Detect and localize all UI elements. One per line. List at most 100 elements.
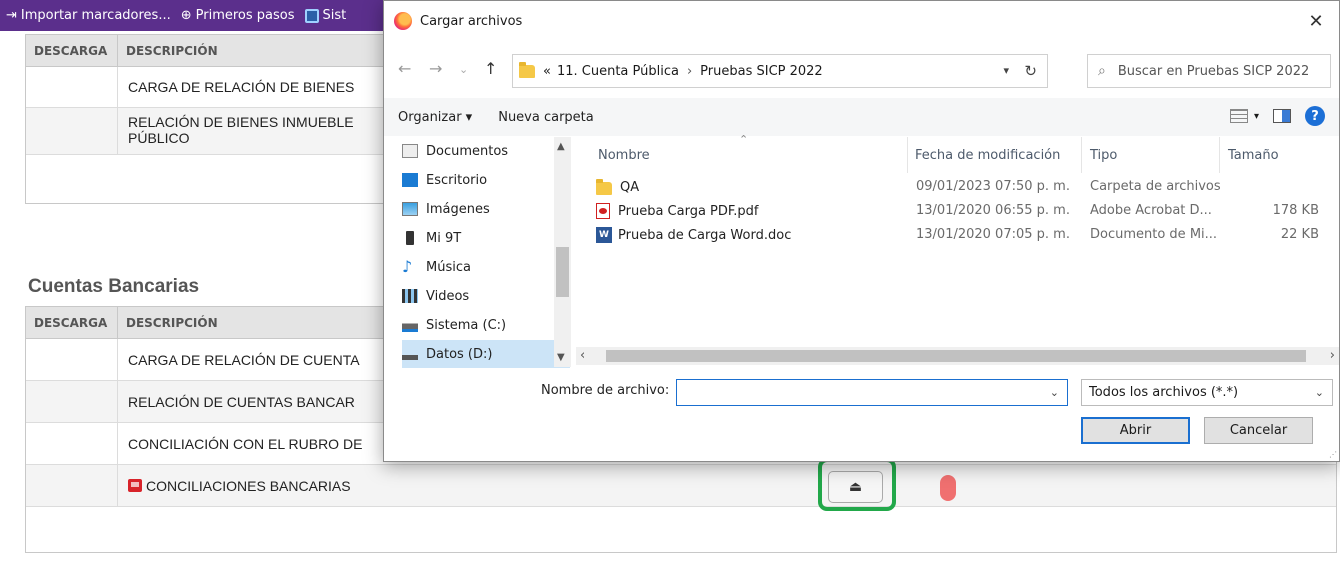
file-type: Carpeta de archivos	[1090, 179, 1221, 194]
file-type: Documento de Mi...	[1090, 227, 1218, 242]
folder-icon	[519, 61, 535, 78]
row-description: RELACIÓN DE BIENES INMUEBLE PÚBLICO	[128, 114, 354, 146]
file-date: 09/01/2023 07:50 p. m.	[916, 179, 1070, 194]
back-arrow-icon[interactable]: ←	[398, 59, 411, 78]
file-row[interactable]: QA 09/01/2023 07:50 p. m. Carpeta de arc…	[576, 176, 1339, 198]
col-descripcion: DESCRIPCIÓN	[126, 315, 218, 330]
globe-icon: ⊕	[180, 8, 192, 23]
desktop-icon	[402, 173, 418, 187]
bookmark-sist[interactable]: Sist	[304, 8, 347, 23]
chevron-down-icon[interactable]: ⌄	[1315, 386, 1324, 399]
new-folder-button[interactable]: Nueva carpeta	[498, 110, 594, 125]
breadcrumb-prefix: «	[543, 63, 551, 79]
app-icon	[304, 8, 319, 23]
file-name: Prueba de Carga Word.doc	[618, 227, 792, 243]
cancel-button[interactable]: Cancelar	[1204, 417, 1313, 444]
pdf-icon	[596, 203, 610, 219]
file-row[interactable]: Prueba Carga PDF.pdf 13/01/2020 06:55 p.…	[576, 200, 1339, 222]
column-name[interactable]: Nombre	[598, 141, 650, 169]
open-button[interactable]: Abrir	[1081, 417, 1190, 444]
row-description: CONCILIACIONES BANCARIAS	[146, 477, 351, 494]
system-drive-icon	[402, 318, 418, 332]
column-date[interactable]: Fecha de modificación	[915, 141, 1060, 169]
nav-item-musica[interactable]: ♪ Música	[402, 253, 570, 281]
nav-label: Imágenes	[426, 201, 490, 217]
bookmark-import[interactable]: ⇥ Importar marcadores...	[6, 8, 171, 23]
nav-item-videos[interactable]: Videos	[402, 282, 570, 310]
import-icon: ⇥	[6, 8, 17, 23]
scroll-right-icon[interactable]: ›	[1330, 348, 1335, 363]
bookmark-label: Sist	[322, 8, 347, 23]
col-descarga: DESCARGA	[26, 307, 118, 338]
search-input[interactable]: ⌕ Buscar en Pruebas SICP 2022	[1087, 54, 1331, 88]
nav-scrollbar[interactable]: ▲ ▼	[554, 137, 571, 367]
dialog-titlebar: Cargar archivos	[384, 1, 1339, 41]
file-type-select[interactable]: Todos los archivos (*.*) ⌄	[1081, 379, 1333, 406]
row-description: CARGA DE RELACIÓN DE BIENES	[128, 79, 355, 95]
chevron-down-icon[interactable]: ▾	[1003, 64, 1009, 77]
column-type[interactable]: Tipo	[1090, 141, 1117, 169]
file-list-hscrollbar[interactable]: ‹ ›	[576, 347, 1339, 365]
breadcrumb-item[interactable]: 11. Cuenta Pública	[557, 64, 679, 79]
breadcrumb-item[interactable]: Pruebas SICP 2022	[700, 64, 823, 79]
column-size[interactable]: Tamaño	[1228, 141, 1279, 169]
upload-icon: ⏏	[848, 479, 863, 495]
bookmark-label: Primeros pasos	[195, 8, 295, 23]
refresh-icon[interactable]: ↻	[1024, 62, 1037, 80]
chevron-down-icon[interactable]: ⌄	[1050, 386, 1059, 399]
pictures-icon	[402, 202, 418, 216]
address-bar-row: ← → ⌄ ↑ « 11. Cuenta Pública › Pruebas S…	[384, 51, 1339, 91]
file-type-value: Todos los archivos (*.*)	[1089, 385, 1239, 400]
documents-icon	[402, 144, 418, 158]
search-icon: ⌕	[1098, 63, 1106, 79]
scroll-thumb[interactable]	[606, 350, 1306, 362]
sort-indicator-icon: ⌃	[739, 133, 749, 146]
organize-menu[interactable]: Organizar ▾	[398, 110, 472, 125]
help-icon[interactable]: ?	[1305, 106, 1325, 126]
navigation-pane: Documentos Escritorio Imágenes Mi 9T ♪ M…	[384, 137, 574, 369]
scroll-down-icon[interactable]: ▼	[557, 352, 565, 363]
close-button[interactable]: ✕	[1303, 9, 1329, 33]
videos-icon	[402, 289, 418, 303]
breadcrumb-separator: ›	[686, 63, 693, 79]
nav-item-mi9t[interactable]: Mi 9T	[402, 224, 570, 252]
filename-label: Nombre de archivo:	[541, 383, 670, 398]
resize-grip-icon[interactable]: ⋰	[1329, 450, 1337, 459]
section-title: Cuentas Bancarias	[28, 276, 200, 297]
nav-item-documentos[interactable]: Documentos	[402, 137, 570, 165]
nav-item-datos[interactable]: Datos (D:)	[402, 340, 570, 368]
file-name: Prueba Carga PDF.pdf	[618, 203, 759, 219]
word-icon: W	[596, 227, 612, 243]
table-row-empty	[26, 507, 1336, 551]
nav-item-sistema[interactable]: Sistema (C:)	[402, 311, 570, 339]
nav-item-imagenes[interactable]: Imágenes	[402, 195, 570, 223]
forward-arrow-icon[interactable]: →	[429, 59, 442, 78]
file-row[interactable]: W Prueba de Carga Word.doc 13/01/2020 07…	[576, 224, 1339, 246]
recent-dropdown-icon[interactable]: ⌄	[459, 63, 468, 76]
row-description: CONCILIACIÓN CON EL RUBRO DE	[128, 435, 363, 452]
filename-input[interactable]	[677, 380, 1037, 405]
nav-item-escritorio[interactable]: Escritorio	[402, 166, 570, 194]
scroll-up-icon[interactable]: ▲	[557, 141, 565, 152]
nav-label: Sistema (C:)	[426, 317, 507, 333]
col-descarga: DESCARGA	[26, 35, 118, 66]
file-date: 13/01/2020 07:05 p. m.	[916, 227, 1070, 242]
up-arrow-icon[interactable]: ↑	[484, 59, 497, 78]
file-date: 13/01/2020 06:55 p. m.	[916, 203, 1070, 218]
dialog-title: Cargar archivos	[420, 13, 523, 29]
nav-label: Mi 9T	[426, 230, 462, 246]
scroll-thumb[interactable]	[556, 247, 569, 297]
chevron-down-icon[interactable]: ▾	[1254, 111, 1259, 122]
file-type: Adobe Acrobat D...	[1090, 203, 1212, 218]
view-options-icon[interactable]	[1229, 109, 1248, 123]
filename-field[interactable]: ⌄	[676, 379, 1068, 406]
file-list-pane: Nombre ⌃ Fecha de modificación Tipo Tama…	[576, 133, 1339, 369]
file-open-dialog: Cargar archivos ✕ ← → ⌄ ↑ « 11. Cuenta P…	[383, 0, 1340, 462]
upload-button[interactable]: ⏏	[828, 471, 883, 503]
scroll-left-icon[interactable]: ‹	[580, 348, 585, 363]
address-bar[interactable]: « 11. Cuenta Pública › Pruebas SICP 2022…	[512, 54, 1048, 88]
preview-pane-icon[interactable]	[1273, 109, 1291, 123]
folder-icon	[596, 179, 612, 195]
bookmark-getting-started[interactable]: ⊕ Primeros pasos	[181, 8, 295, 23]
dialog-toolbar: Organizar ▾ Nueva carpeta ▾ ?	[384, 98, 1339, 136]
